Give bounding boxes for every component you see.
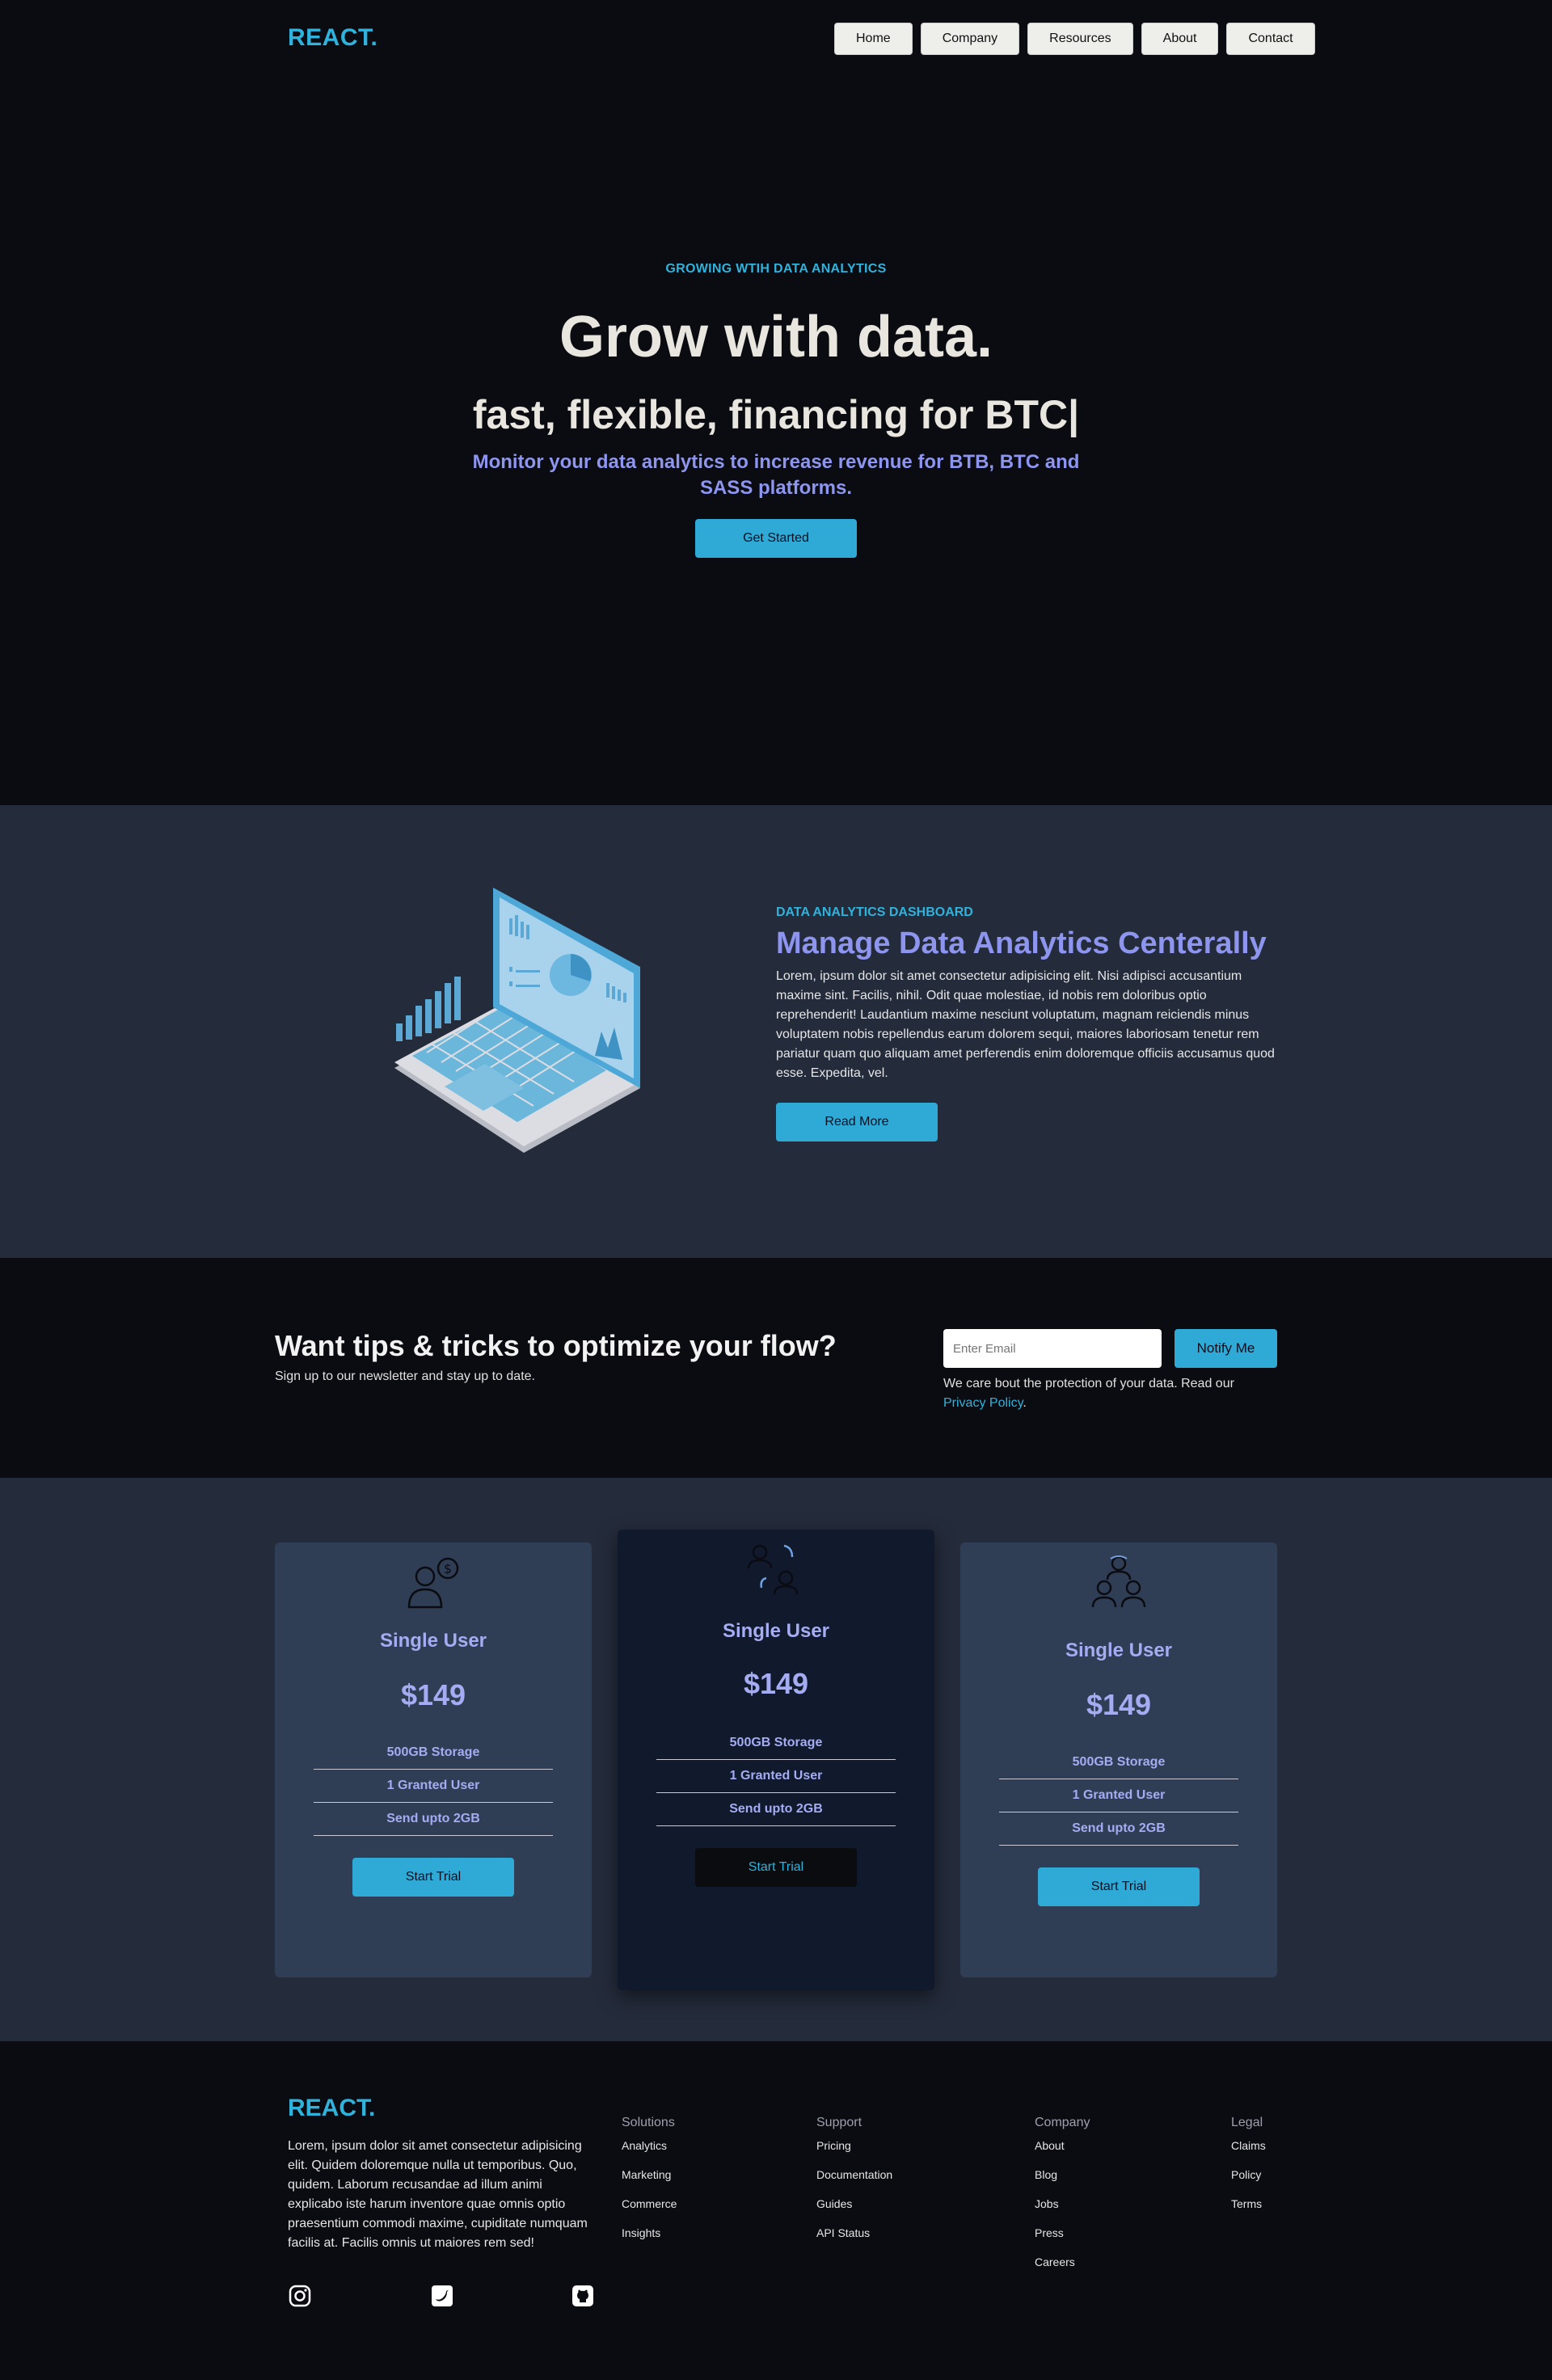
plan-name: Single User — [1065, 1639, 1173, 1661]
footer-column-legal: Legal Claims Policy Terms — [1231, 2116, 1266, 2224]
pricing-card: $ Single User $149 500GB Storage 1 Grant… — [275, 1542, 592, 1977]
footer-link[interactable]: Careers — [1035, 2253, 1090, 2282]
plan-feature: Send upto 2GB — [656, 1793, 896, 1826]
footer-link[interactable]: Analytics — [622, 2137, 677, 2166]
plan-price: $149 — [1086, 1688, 1152, 1721]
footer-logo[interactable]: REACT. — [288, 2095, 375, 2122]
nav-links: Home Company Resources About Contact — [834, 23, 1315, 55]
newsletter-subtitle: Sign up to our newsletter and stay up to… — [275, 1369, 535, 1383]
user-exchange-icon — [747, 1544, 799, 1595]
footer-link[interactable]: API Status — [816, 2224, 892, 2253]
svg-text:$: $ — [444, 1561, 452, 1576]
analytics-title: Manage Data Analytics Centerally — [776, 926, 1267, 960]
plan-feature: 500GB Storage — [999, 1746, 1238, 1779]
hero-typed-text: fast, flexible, financing for BTC| — [472, 392, 1080, 437]
footer-column-title: Support — [816, 2116, 862, 2129]
start-trial-button[interactable]: Start Trial — [695, 1848, 857, 1887]
hero-title: Grow with data. — [559, 305, 993, 369]
start-trial-button[interactable]: Start Trial — [352, 1858, 514, 1897]
email-input[interactable] — [943, 1329, 1162, 1368]
notify-me-button[interactable]: Notify Me — [1175, 1329, 1277, 1368]
nav-about-button[interactable]: About — [1141, 23, 1219, 55]
footer-link[interactable]: Terms — [1231, 2195, 1266, 2224]
footer-column-solutions: Solutions Analytics Marketing Commerce I… — [622, 2116, 677, 2253]
read-more-button[interactable]: Read More — [776, 1103, 938, 1141]
plan-name: Single User — [379, 1630, 487, 1652]
newsletter-section: Want tips & tricks to optimize your flow… — [0, 1258, 1552, 1478]
plan-feature: 1 Granted User — [656, 1760, 896, 1793]
footer-description: Lorem, ipsum dolor sit amet consectetur … — [288, 2139, 588, 2250]
footer-column-title: Company — [1035, 2116, 1090, 2129]
top-nav: REACT. Home Company Resources About Cont… — [0, 0, 1552, 78]
start-trial-button[interactable]: Start Trial — [1038, 1867, 1200, 1906]
plan-feature: Send upto 2GB — [999, 1812, 1238, 1846]
footer-link[interactable]: Marketing — [622, 2166, 677, 2195]
footer-column-support: Support Pricing Documentation Guides API… — [816, 2116, 892, 2253]
newsletter-title: Want tips & tricks to optimize your flow… — [275, 1329, 837, 1362]
pricing-card: Single User $149 500GB Storage 1 Granted… — [960, 1542, 1277, 1977]
footer-link[interactable]: Pricing — [816, 2137, 892, 2166]
hero-subtitle: Monitor your data analytics to increase … — [472, 451, 1080, 499]
analytics-text: Lorem, ipsum dolor sit amet consectetur … — [776, 969, 1275, 1080]
analytics-section: DATA ANALYTICS DASHBOARD Manage Data Ana… — [0, 805, 1552, 1258]
plan-price: $149 — [400, 1678, 466, 1711]
footer-link[interactable]: Blog — [1035, 2166, 1090, 2195]
footer-link[interactable]: Documentation — [816, 2166, 892, 2195]
github-icon[interactable] — [571, 2284, 595, 2308]
footer-column-company: Company About Blog Jobs Press Careers — [1035, 2116, 1090, 2282]
plan-feature: 1 Granted User — [999, 1779, 1238, 1812]
footer-link[interactable]: Policy — [1231, 2166, 1266, 2195]
footer-column-title: Legal — [1231, 2116, 1263, 2129]
footer-link[interactable]: Guides — [816, 2195, 892, 2224]
instagram-icon[interactable] — [288, 2284, 312, 2308]
footer-link[interactable]: About — [1035, 2137, 1090, 2166]
plan-feature: 500GB Storage — [656, 1727, 896, 1760]
plan-feature: 1 Granted User — [314, 1770, 553, 1803]
footer-link[interactable]: Claims — [1231, 2137, 1266, 2166]
pricing-section: $ Single User $149 500GB Storage 1 Grant… — [0, 1478, 1552, 2041]
pricing-card-featured: Single User $149 500GB Storage 1 Granted… — [618, 1530, 934, 1990]
laptop-illustration — [394, 888, 640, 1153]
privacy-note-text: We care bout the protection of your data… — [943, 1377, 1234, 1390]
nav-company-button[interactable]: Company — [920, 23, 1020, 55]
footer-link[interactable]: Insights — [622, 2224, 677, 2253]
nav-home-button[interactable]: Home — [834, 23, 913, 55]
analytics-eyebrow: DATA ANALYTICS DASHBOARD — [776, 905, 973, 919]
privacy-note: We care bout the protection of your data… — [943, 1374, 1250, 1413]
plan-name: Single User — [722, 1620, 830, 1642]
plan-feature: Send upto 2GB — [314, 1803, 553, 1836]
footer-link[interactable]: Press — [1035, 2224, 1090, 2253]
nav-contact-button[interactable]: Contact — [1226, 23, 1315, 55]
nav-resources-button[interactable]: Resources — [1027, 23, 1133, 55]
privacy-policy-link[interactable]: Privacy Policy — [943, 1396, 1023, 1410]
plan-price: $149 — [743, 1667, 809, 1700]
site-logo[interactable]: REACT. — [288, 24, 377, 52]
plan-feature: 500GB Storage — [314, 1736, 553, 1770]
twitter-icon[interactable] — [430, 2284, 454, 2308]
footer-link[interactable]: Jobs — [1035, 2195, 1090, 2224]
user-dollar-icon: $ — [407, 1557, 459, 1609]
site-footer: REACT. Lorem, ipsum dolor sit amet conse… — [0, 2041, 1552, 2380]
footer-column-title: Solutions — [622, 2116, 675, 2129]
privacy-note-end: . — [1023, 1396, 1027, 1410]
users-group-icon — [1091, 1555, 1146, 1608]
get-started-button[interactable]: Get Started — [695, 519, 857, 558]
hero-section: GROWING WTIH DATA ANALYTICS Grow with da… — [0, 78, 1552, 805]
hero-eyebrow: GROWING WTIH DATA ANALYTICS — [665, 262, 887, 276]
footer-link[interactable]: Commerce — [622, 2195, 677, 2224]
